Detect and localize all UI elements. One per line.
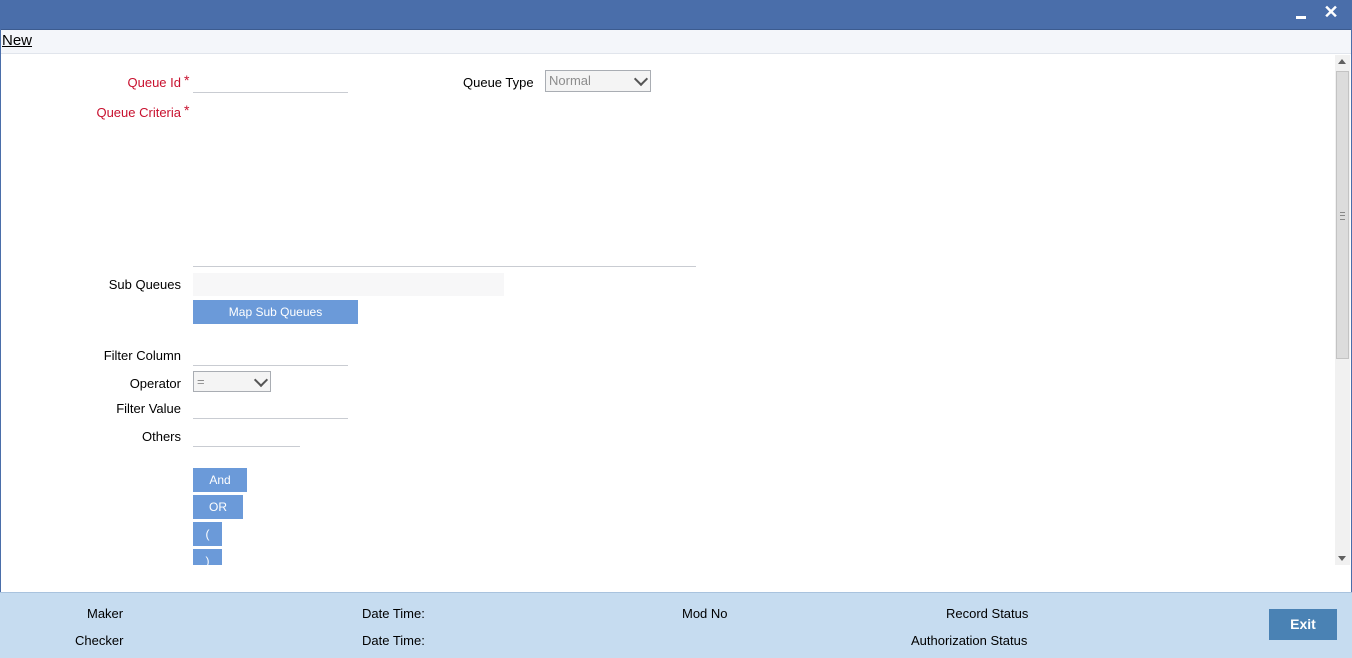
maker-label: Maker [87,606,124,621]
and-button[interactable]: And [193,468,247,492]
audit-footer: Maker Checker Date Time: Date Time: Mod … [0,592,1352,658]
close-paren-button[interactable]: ) [193,549,222,565]
chevron-down-icon [253,372,269,388]
queue-id-label: Queue Id [127,75,182,90]
sub-queues-field[interactable] [193,273,504,296]
queue-criteria-underline [193,266,696,267]
close-icon[interactable]: ✕ [1321,3,1341,23]
queue-criteria-label: Queue Criteria [96,105,181,120]
window-title-bar: ✕ [0,0,1352,30]
mod-no-label: Mod No [682,606,728,621]
record-status-label: Record Status [946,606,1029,621]
queue-id-required-marker: * [184,72,190,88]
chevron-down-icon [633,71,649,87]
new-link[interactable]: New [2,32,32,49]
queue-type-select[interactable]: Normal [545,70,651,92]
operator-label: Operator [129,376,181,391]
authorization-status-label: Authorization Status [911,633,1028,648]
scroll-down-arrow-icon[interactable] [1338,556,1346,561]
checker-date-time-label: Date Time: [362,633,425,648]
vertical-scrollbar[interactable] [1335,55,1350,565]
queue-criteria-required-marker: * [184,102,190,118]
scroll-up-arrow-icon[interactable] [1338,59,1346,64]
scrollbar-grip-icon [1340,212,1345,220]
others-label: Others [141,429,181,444]
others-input[interactable] [193,427,300,447]
maker-date-time-label: Date Time: [362,606,425,621]
queue-id-input[interactable] [193,73,348,93]
filter-column-label: Filter Column [103,348,181,363]
filter-value-label: Filter Value [116,401,181,416]
filter-column-input[interactable] [193,346,348,366]
operator-select[interactable]: = [193,371,271,392]
queue-criteria-textarea[interactable] [193,100,696,265]
minimize-icon[interactable] [1291,3,1311,23]
or-button[interactable]: OR [193,495,243,519]
queue-type-label: Queue Type [463,75,534,90]
menu-bar: New [0,30,1352,54]
queue-type-selected-value: Normal [549,73,591,88]
exit-button[interactable]: Exit [1269,609,1337,640]
sub-queues-label: Sub Queues [108,277,181,292]
open-paren-button[interactable]: ( [193,522,222,546]
map-sub-queues-button[interactable]: Map Sub Queues [193,300,358,324]
filter-value-input[interactable] [193,399,348,419]
scrollbar-thumb[interactable] [1336,71,1349,359]
operator-selected-value: = [197,374,205,389]
checker-label: Checker [75,633,124,648]
